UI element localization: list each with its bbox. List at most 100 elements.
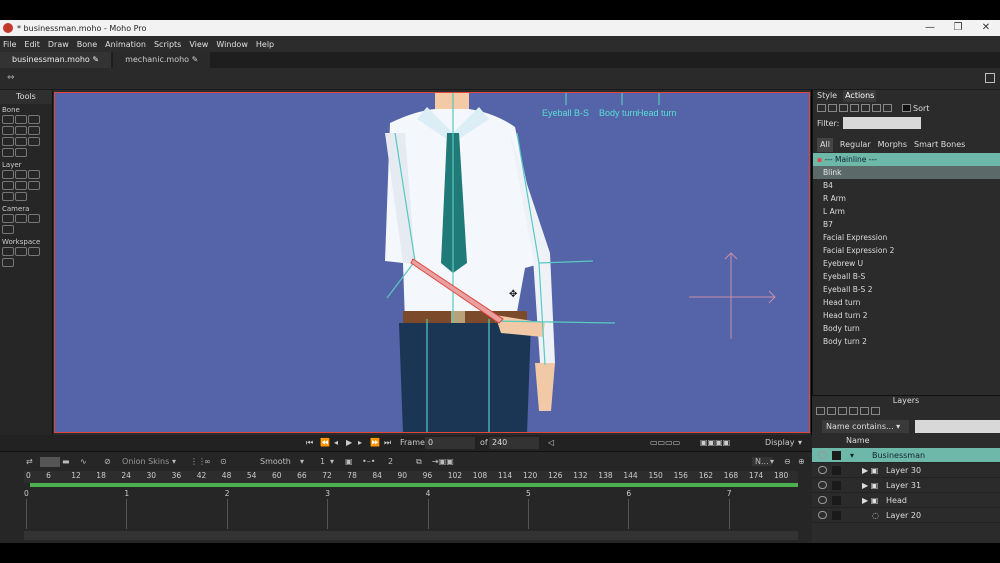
- action-item[interactable]: Eyeball B-S 2: [813, 283, 1000, 296]
- step-forward-button[interactable]: ⏩: [370, 438, 380, 447]
- bind-points-tool-icon[interactable]: [2, 148, 14, 157]
- loop-icon[interactable]: ∞: [204, 457, 211, 466]
- tab-all[interactable]: All: [817, 138, 833, 152]
- action-item[interactable]: B4: [813, 179, 1000, 192]
- menu-help[interactable]: Help: [256, 40, 274, 49]
- action-mainline[interactable]: ▪ --- Mainline ---: [813, 153, 1000, 166]
- layer-checkbox[interactable]: [832, 451, 841, 460]
- delete-layer-icon[interactable]: [849, 407, 858, 415]
- panel-toggle-icon[interactable]: [985, 73, 995, 83]
- layer-row-businessman[interactable]: ▾ Businessman: [812, 448, 1000, 463]
- onion-skins-label[interactable]: Onion Skins: [122, 457, 169, 466]
- layer-row-layer-20[interactable]: ◌ Layer 20: [812, 508, 1000, 523]
- roll-camera-tool-icon[interactable]: [28, 214, 40, 223]
- relative-keys-icon[interactable]: ⊙: [220, 457, 227, 466]
- add-bone-tool-icon[interactable]: [15, 126, 27, 135]
- step-back-button[interactable]: ⏪: [320, 438, 330, 447]
- zoom-in-icon[interactable]: ⊕: [798, 457, 805, 466]
- view-mode-icons[interactable]: ▭▭▭▭: [650, 438, 680, 447]
- reparent-bone-tool-icon[interactable]: [28, 126, 40, 135]
- scale-bone-tool-icon[interactable]: [28, 115, 40, 124]
- zoom-camera-tool-icon[interactable]: [15, 214, 27, 223]
- navigation-chevron-down-icon[interactable]: ▾: [770, 457, 774, 466]
- timeline-options-icon[interactable]: ⇄: [26, 457, 33, 466]
- scale-layer-tool-icon[interactable]: [28, 170, 40, 179]
- play-button[interactable]: ▶: [346, 438, 352, 447]
- display-chevron-down-icon[interactable]: ▾: [798, 438, 802, 447]
- tab-mechanic[interactable]: mechanic.moho ✎: [113, 52, 211, 68]
- tool-options-icon[interactable]: ⇔: [7, 73, 15, 83]
- menu-window[interactable]: Window: [216, 40, 248, 49]
- visibility-eye-icon[interactable]: [818, 481, 827, 489]
- text-tool-icon[interactable]: [2, 192, 14, 201]
- offset-bone-tool-icon[interactable]: [15, 148, 27, 157]
- rewind-button[interactable]: ⏮: [306, 438, 313, 448]
- track-camera-tool-icon[interactable]: [2, 214, 14, 223]
- new-action-icon[interactable]: [817, 104, 826, 112]
- paste-keys-icon[interactable]: ⇥▣▣: [432, 457, 454, 466]
- layer-expand-chevron-right-icon[interactable]: ▶ ▣: [862, 463, 878, 478]
- end-button[interactable]: ⏭: [384, 438, 391, 448]
- channel-icon[interactable]: ▬: [62, 457, 70, 466]
- action-item[interactable]: Blink: [813, 166, 1000, 179]
- step-value[interactable]: 1: [320, 457, 325, 466]
- name-filter-select[interactable]: Name contains... ▾: [822, 419, 910, 433]
- bind-layer-tool-icon[interactable]: [28, 137, 40, 146]
- key-dots-icon[interactable]: •–•: [362, 457, 375, 466]
- action-item[interactable]: Eyeball B-S: [813, 270, 1000, 283]
- eyedropper-tool-icon[interactable]: [15, 192, 27, 201]
- maximize-button[interactable]: ❐: [944, 20, 972, 36]
- menu-file[interactable]: File: [3, 40, 16, 49]
- action-item[interactable]: L Arm: [813, 205, 1000, 218]
- audio-icon[interactable]: ◁: [548, 438, 554, 447]
- new-layer-icon[interactable]: [816, 407, 825, 415]
- action-item[interactable]: B7: [813, 218, 1000, 231]
- rename-action-icon[interactable]: [839, 104, 848, 112]
- menu-edit[interactable]: Edit: [24, 40, 40, 49]
- tab-style[interactable]: Style: [817, 90, 837, 102]
- hand-tool-icon[interactable]: [2, 247, 14, 256]
- layer-checkbox[interactable]: [832, 496, 841, 505]
- layer-row-layer-30[interactable]: ▶ ▣ Layer 30: [812, 463, 1000, 478]
- next-frame-button[interactable]: ▸: [358, 438, 362, 447]
- layer-row-head[interactable]: ▶ ▣ Head: [812, 493, 1000, 508]
- rotate-workspace-tool-icon[interactable]: [28, 247, 40, 256]
- total-frames-input[interactable]: 240: [489, 437, 539, 449]
- action-item[interactable]: Eyebrew U: [813, 257, 1000, 270]
- auto-key-icon[interactable]: ▣: [345, 457, 353, 466]
- tab-actions[interactable]: Actions: [843, 90, 877, 102]
- layer-checkbox[interactable]: [832, 466, 841, 475]
- sort-checkbox[interactable]: [902, 104, 911, 112]
- layer-checkbox[interactable]: [832, 511, 841, 520]
- action-item[interactable]: Head turn: [813, 296, 1000, 309]
- minimize-button[interactable]: —: [916, 20, 944, 36]
- interpolation-chevron-down-icon[interactable]: ▾: [300, 457, 304, 466]
- frame-input[interactable]: 0: [425, 437, 475, 449]
- frame-ruler[interactable]: 0 6 12 18 24 30 36 42 48 54 60 66 72 78 84 90 96 102 108 11…: [24, 471, 798, 483]
- action-item[interactable]: Body turn 2: [813, 335, 1000, 348]
- set-origin-tool-icon[interactable]: [2, 170, 14, 179]
- action-item[interactable]: Facial Expression 2: [813, 244, 1000, 257]
- rotate-layer-tool-icon[interactable]: [2, 181, 14, 190]
- onion-skins-chevron-down-icon[interactable]: ▾: [172, 457, 176, 466]
- action-item[interactable]: Facial Expression: [813, 231, 1000, 244]
- step-chevron-down-icon[interactable]: ▾: [330, 457, 334, 466]
- rotate-bone-tool-icon[interactable]: [2, 126, 14, 135]
- copy-keys-icon[interactable]: ⧉: [416, 457, 422, 467]
- manipulate-bones-tool-icon[interactable]: [15, 137, 27, 146]
- visibility-eye-icon[interactable]: [818, 451, 827, 459]
- flip-layer-tool-icon[interactable]: [28, 181, 40, 190]
- keyframe-mode-icon[interactable]: [40, 457, 60, 467]
- action-item[interactable]: Head turn 2: [813, 309, 1000, 322]
- interpolation-select[interactable]: Smooth: [260, 457, 291, 466]
- action-options-icon[interactable]: [883, 104, 892, 112]
- bone-strength-tool-icon[interactable]: [2, 137, 14, 146]
- menu-view[interactable]: View: [189, 40, 208, 49]
- filter-input[interactable]: [843, 117, 922, 129]
- zoom-out-icon[interactable]: ⊖: [784, 457, 791, 466]
- tab-smart-bones[interactable]: Smart Bones: [914, 138, 965, 152]
- layer-checkbox[interactable]: [832, 481, 841, 490]
- curve-icon[interactable]: ∿: [80, 457, 87, 466]
- stage[interactable]: Eyeball B-S Body turn Head turn ✥: [54, 92, 810, 433]
- copy-layer-icon[interactable]: [838, 407, 847, 415]
